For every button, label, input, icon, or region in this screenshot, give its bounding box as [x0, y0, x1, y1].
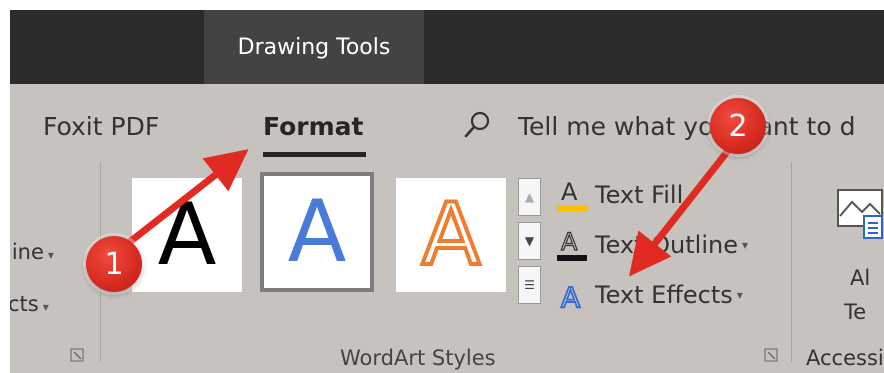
chevron-down-icon: ▼: [524, 234, 535, 248]
text-fill-icon: A: [557, 178, 587, 211]
active-tab-indicator: [263, 152, 366, 157]
wordart-style-glyph: A: [287, 182, 347, 282]
chevron-up-icon: ▲: [524, 190, 535, 204]
dialog-launcher-icon[interactable]: [764, 348, 778, 362]
contextual-tab-label: Drawing Tools: [237, 34, 391, 60]
wordart-style-orange-outline[interactable]: A: [396, 178, 506, 292]
text-outline-label: Text Outline: [595, 231, 738, 259]
text-outline-icon: A: [557, 227, 587, 261]
shape-outline-button[interactable]: line▾: [10, 240, 54, 264]
chevron-down-icon: ▾: [47, 248, 54, 262]
annotation-badge-2: 2: [710, 98, 766, 154]
text-effects-label: Text Effects: [595, 281, 733, 309]
alt-text-label-line1: Al: [850, 266, 871, 290]
expand-gallery-icon: ☰: [524, 278, 535, 292]
search-icon[interactable]: [462, 110, 492, 140]
alt-text-label-line2: Te: [844, 300, 867, 324]
text-outline-button[interactable]: A Text Outline ▾: [555, 225, 748, 265]
gallery-scroll-down-button[interactable]: ▼: [518, 222, 541, 260]
shape-effects-label: cts: [10, 292, 39, 316]
accessibility-group-fragment: Al Te Accessi: [806, 162, 884, 373]
chevron-down-icon: ▾: [736, 288, 743, 302]
text-effects-icon: A: [560, 280, 581, 315]
shape-outline-label: line: [10, 240, 44, 264]
svg-text:A: A: [561, 228, 578, 256]
gallery-scroll-controls: ▲ ▼ ☰: [518, 178, 541, 310]
chevron-down-icon: ▾: [742, 238, 749, 252]
wordart-style-black[interactable]: A: [132, 178, 242, 292]
wordart-styles-gallery: A A A ▲ ▼ ☰: [120, 170, 541, 310]
gallery-scroll-up-button[interactable]: ▲: [518, 178, 541, 216]
wordart-style-blue-selected[interactable]: A: [260, 172, 374, 292]
gallery-more-button[interactable]: ☰: [518, 266, 541, 304]
annotation-badge-number: 1: [104, 246, 124, 282]
annotation-badge-number: 2: [728, 108, 748, 144]
ribbon-frame: Drawing Tools Foxit PDF Format Tell me w…: [10, 10, 884, 373]
tab-format[interactable]: Format: [263, 112, 363, 141]
svg-text:A: A: [561, 281, 580, 314]
chevron-down-icon: ▾: [42, 300, 49, 314]
tab-foxit-pdf[interactable]: Foxit PDF: [43, 112, 159, 141]
alt-text-icon[interactable]: [832, 182, 884, 242]
title-bar: Drawing Tools: [10, 10, 884, 84]
svg-text:A: A: [561, 178, 578, 206]
shape-effects-button[interactable]: cts ▾: [10, 292, 49, 316]
annotation-badge-1: 1: [86, 236, 142, 292]
text-format-commands: A Text Fill A Text Outline ▾ A Text Effe…: [555, 175, 785, 325]
wordart-styles-group-label: WordArt Styles: [340, 346, 496, 370]
accessibility-group-label: Accessi: [806, 346, 884, 370]
text-effects-button[interactable]: A Text Effects ▾: [555, 275, 743, 315]
wordart-style-glyph: A: [420, 183, 483, 287]
text-fill-label: Text Fill: [595, 181, 684, 209]
dialog-launcher-icon[interactable]: [70, 348, 84, 362]
tell-me-search-box[interactable]: Tell me what you want to d: [518, 112, 855, 141]
wordart-style-glyph: A: [157, 185, 217, 285]
contextual-tab-drawing-tools[interactable]: Drawing Tools: [204, 10, 424, 84]
group-divider: [791, 162, 792, 362]
text-fill-button[interactable]: A Text Fill: [555, 175, 683, 215]
